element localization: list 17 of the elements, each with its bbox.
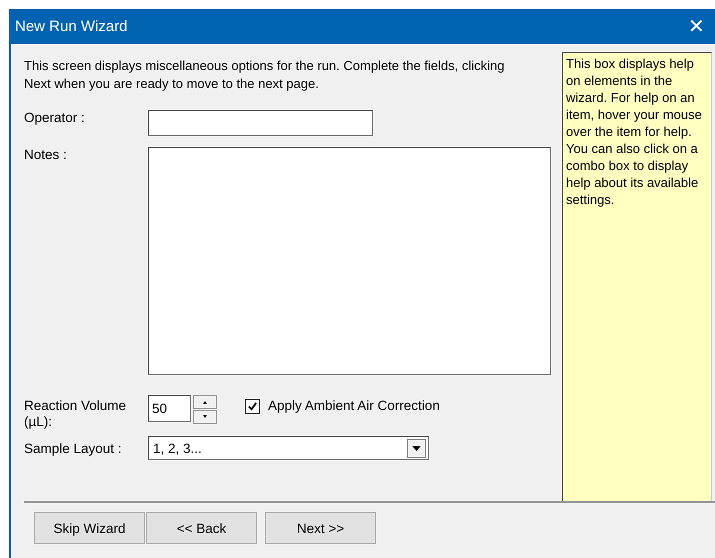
sample-layout-dropdown[interactable]: 1, 2, 3...: [148, 436, 429, 460]
wizard-button[interactable]: Next >>: [265, 512, 376, 544]
operator-field[interactable]: [148, 110, 373, 136]
intro-text: This screen displays miscellaneous options for the run. Complete the fields, clicking Next when you are ready to move to the next page.: [24, 57, 506, 93]
volume-field[interactable]: 50: [148, 395, 191, 422]
close-button[interactable]: ✕: [688, 14, 705, 39]
field-label: Reaction Volume (µL):: [24, 398, 128, 430]
field-label: Sample Layout :: [24, 440, 123, 456]
help-text: This box displays help on elements in the wizard. For help on an item, hover your mouse over the item for help. You can also click on a combo box to display help about its available settings.: [562, 52, 712, 501]
field-label: Notes :: [24, 147, 68, 162]
window-title: New Run Wizard: [15, 18, 128, 35]
checkbox[interactable]: [245, 399, 260, 414]
field-label: Operator :: [24, 110, 86, 125]
checkbox-label: Apply Ambient Air Correction: [268, 398, 440, 413]
wizard-button[interactable]: Skip Wizard: [34, 512, 145, 544]
wizard-button[interactable]: << Back: [146, 512, 257, 544]
notes-field[interactable]: [148, 147, 551, 375]
